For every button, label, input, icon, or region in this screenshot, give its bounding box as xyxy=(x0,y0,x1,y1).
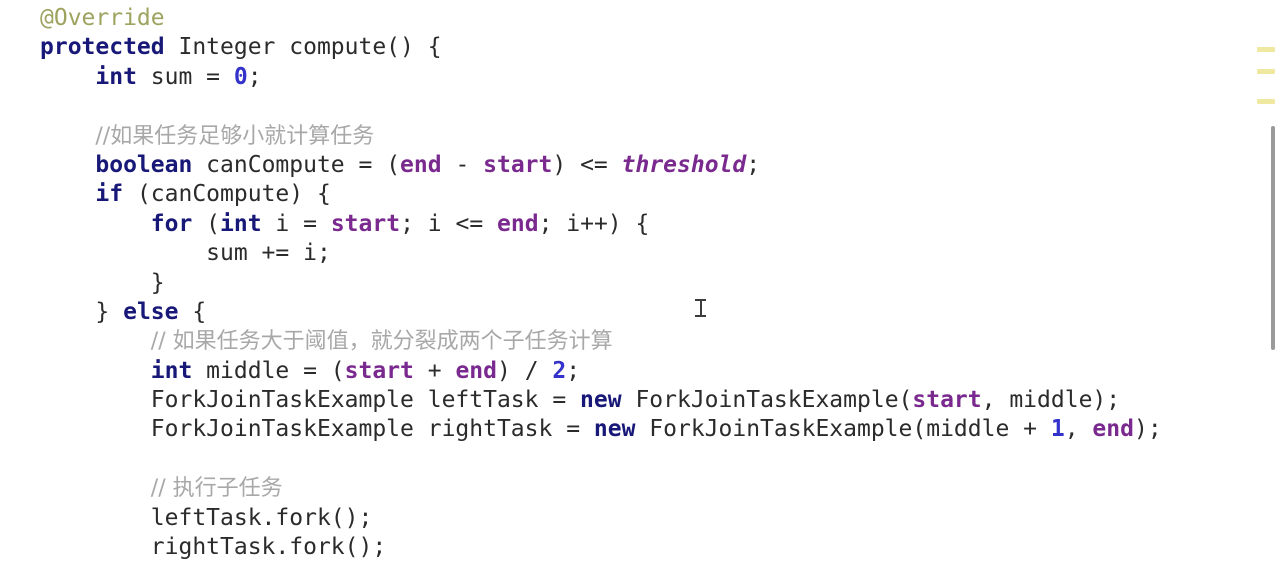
code-editor-text-area[interactable]: @Override protected Integer compute() { i… xyxy=(0,0,1279,568)
vertical-scrollbar-thumb[interactable] xyxy=(1271,126,1275,350)
code-token-plain: } xyxy=(150,269,165,296)
code-token-plain: } xyxy=(95,298,124,325)
code-token-plain: ) / xyxy=(497,357,553,384)
code-token-plain: - xyxy=(441,151,484,178)
code-editor-window: @Override protected Integer compute() { i… xyxy=(0,0,1279,568)
code-token-plain: rightTask.fork(); xyxy=(150,534,387,561)
code-line[interactable]: int middle = (start + end) / 2; xyxy=(40,357,1162,386)
code-token-plain: middle = ( xyxy=(192,357,345,384)
code-token-field-italic: threshold xyxy=(621,151,747,178)
code-line[interactable]: int sum = 0; xyxy=(40,63,1162,92)
code-token-plain: Integer compute() { xyxy=(164,34,442,61)
code-token-field: start xyxy=(912,387,982,414)
editor-marker-gutter[interactable] xyxy=(1253,0,1279,568)
code-line[interactable]: leftTask.fork(); xyxy=(40,504,1162,533)
code-line[interactable]: @Override xyxy=(40,4,1162,33)
code-line[interactable]: rightTask.fork(); xyxy=(40,533,1162,562)
code-token-keyword: new xyxy=(593,416,636,443)
code-token-field: start xyxy=(344,357,414,384)
code-token-plain: ForkJoinTaskExample rightTask = xyxy=(150,416,594,443)
code-token-number: 0 xyxy=(233,63,248,90)
code-token-keyword: int xyxy=(220,210,262,237)
code-line[interactable]: } xyxy=(40,269,1162,298)
code-token-keyword: int xyxy=(95,63,137,90)
code-line[interactable]: protected Integer compute() { xyxy=(40,33,1162,62)
code-token-number: 1 xyxy=(1050,416,1065,443)
code-token-number: 2 xyxy=(552,357,567,384)
code-token-plain: ForkJoinTaskExample( xyxy=(621,387,913,414)
gutter-warning-marker[interactable] xyxy=(1257,69,1275,74)
code-token-plain: ; i <= xyxy=(400,210,498,237)
code-token-plain: , xyxy=(1064,416,1093,443)
code-token-comment-cjk: // 执行子任务 xyxy=(150,476,283,502)
gutter-warning-marker[interactable] xyxy=(1257,99,1275,104)
code-token-plain: ); xyxy=(1133,416,1162,443)
code-line[interactable]: for (int i = start; i <= end; i++) { xyxy=(40,210,1162,239)
code-line[interactable]: // 执行子任务 xyxy=(40,474,1162,503)
code-line[interactable]: //如果任务足够小就计算任务 xyxy=(40,122,1162,151)
code-token-comment-cjk: //如果任务足够小就计算任务 xyxy=(95,123,375,149)
code-token-plain: leftTask.fork(); xyxy=(150,504,373,531)
code-token-keyword: else xyxy=(123,298,179,325)
code-token-comment-cjk: // 如果任务大于阈值，就分裂成两个子任务计算 xyxy=(150,329,613,355)
code-line[interactable] xyxy=(40,445,1162,474)
code-token-field: end xyxy=(455,357,497,384)
code-token-keyword: boolean xyxy=(95,151,193,178)
code-line[interactable]: ForkJoinTaskExample rightTask = new Fork… xyxy=(40,415,1162,444)
code-token-plain: ( xyxy=(192,210,221,237)
code-token-plain: sum = xyxy=(136,63,234,90)
code-token-plain: (canCompute) { xyxy=(123,181,331,208)
code-token-plain: ; xyxy=(746,151,761,178)
code-token-field: end xyxy=(1092,416,1134,443)
code-token-plain: i = xyxy=(261,210,331,237)
code-token-keyword: protected xyxy=(40,34,165,61)
code-token-plain: ; xyxy=(566,357,581,384)
code-token-plain: ; i++) { xyxy=(538,210,650,237)
code-token-plain: ForkJoinTaskExample leftTask = xyxy=(150,387,581,414)
code-line[interactable]: boolean canCompute = (end - start) <= th… xyxy=(40,151,1162,180)
code-line[interactable]: if (canCompute) { xyxy=(40,180,1162,209)
code-token-keyword: for xyxy=(150,210,193,237)
code-token-plain: , middle); xyxy=(981,387,1121,414)
code-token-annotation: @Override xyxy=(40,5,165,31)
code-token-plain: ) <= xyxy=(552,151,622,178)
code-token-plain: + xyxy=(413,357,456,384)
code-token-plain: sum += i; xyxy=(206,240,331,267)
code-token-plain: ; xyxy=(247,63,262,90)
code-lines-container: @Override protected Integer compute() { i… xyxy=(40,4,1162,562)
code-token-field: start xyxy=(330,210,401,237)
gutter-warning-marker[interactable] xyxy=(1257,47,1275,52)
code-line[interactable]: // 如果任务大于阈值，就分裂成两个子任务计算 xyxy=(40,327,1162,356)
code-token-plain: { xyxy=(178,298,207,325)
code-token-plain: ForkJoinTaskExample(middle + xyxy=(635,416,1051,443)
code-token-field: start xyxy=(483,151,553,178)
code-token-plain: canCompute = ( xyxy=(192,151,401,178)
code-token-field: end xyxy=(400,151,442,178)
code-line[interactable]: sum += i; xyxy=(40,239,1162,268)
code-token-keyword: new xyxy=(580,387,622,414)
code-token-keyword: if xyxy=(95,181,124,208)
code-line[interactable]: } else { xyxy=(40,298,1162,327)
code-line[interactable]: ForkJoinTaskExample leftTask = new ForkJ… xyxy=(40,386,1162,415)
code-token-keyword: int xyxy=(150,357,193,384)
code-token-field: end xyxy=(497,210,539,237)
code-line[interactable] xyxy=(40,92,1162,121)
